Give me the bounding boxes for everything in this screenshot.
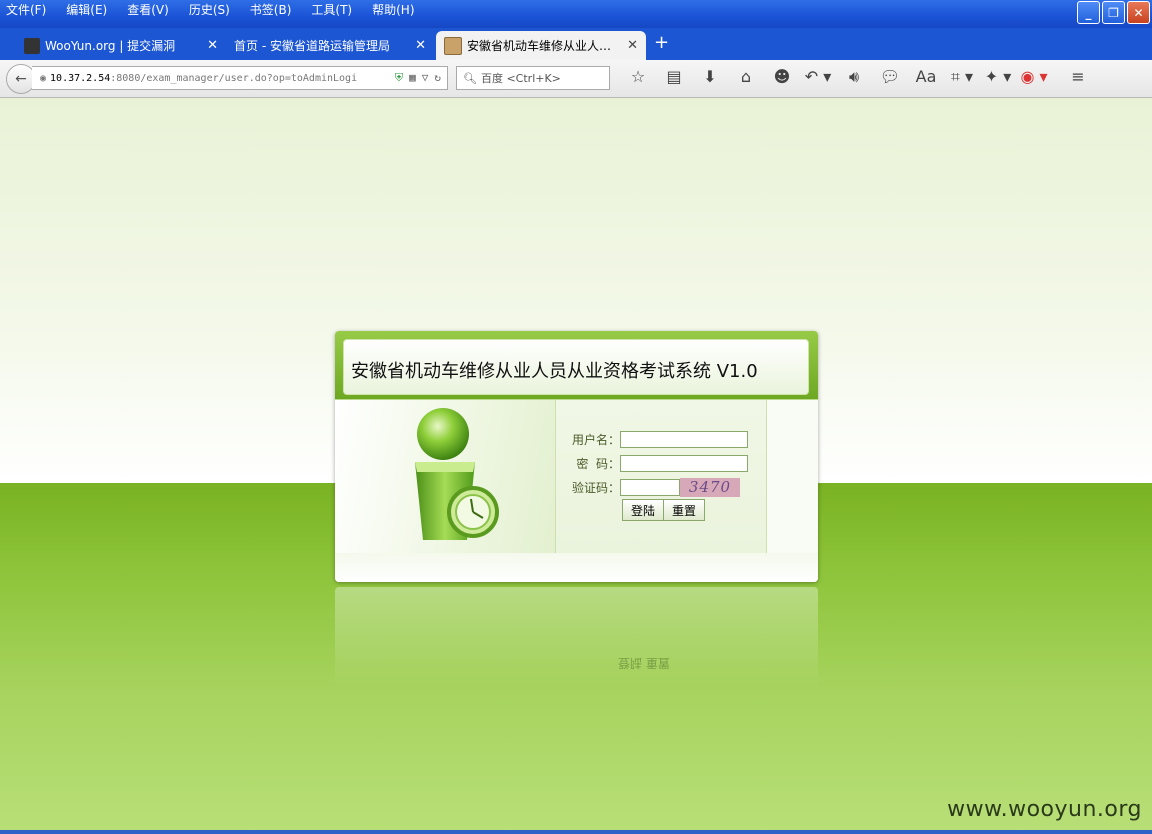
menu-edit[interactable]: 编辑(E) (64, 1, 109, 18)
username-row: 用户名： (556, 430, 748, 448)
captcha-row: 验证码： 3470 (556, 477, 740, 497)
extension-icon[interactable]: ✦ ▾ (980, 67, 1016, 87)
tab-label: WooYun.org | 提交漏洞 (45, 39, 176, 53)
username-input[interactable] (620, 430, 748, 448)
form-buttons: 登陆 重置 (622, 499, 706, 521)
password-input[interactable] (620, 454, 748, 472)
close-tab-icon[interactable]: ✕ (415, 38, 426, 53)
back-arrow-icon: ← (15, 71, 27, 87)
undo-icon[interactable]: ↶ ▾ (800, 67, 836, 87)
tab-label: 首页 - 安徽省道路运输管理局 (234, 39, 390, 53)
maximize-button[interactable]: ❐ (1102, 1, 1125, 24)
dropdown-arrow-icon[interactable]: ▽ (422, 71, 429, 85)
bookmark-star-icon[interactable]: ☆ (620, 67, 656, 87)
login-form: 用户名： 密 码： 验证码： 3470 登陆 重置 (556, 400, 767, 553)
close-window-button[interactable]: ✕ (1127, 1, 1150, 24)
menu-history[interactable]: 历史(S) (187, 1, 232, 18)
login-right-panel (767, 400, 818, 553)
hamburger-menu-icon[interactable]: ≡ (1060, 67, 1096, 87)
url-actions: ⛨ ▦ ▽ ↻ (395, 71, 447, 85)
window-controls: _ ❐ ✕ (1077, 1, 1150, 24)
close-tab-icon[interactable]: ✕ (627, 38, 638, 53)
title-bar: 文件(F) 编辑(E) 查看(V) 历史(S) 书签(B) 工具(T) 帮助(H… (0, 0, 1152, 28)
page-favicon-icon (444, 36, 462, 55)
qr-code-icon[interactable]: ▦ (409, 71, 416, 85)
url-host: 10.37.2.54 (50, 72, 111, 84)
font-size-icon[interactable]: Aa (908, 67, 944, 87)
browser-logo-icon[interactable]: ◉ ▾ (1016, 67, 1052, 87)
minimize-button[interactable]: _ (1077, 1, 1100, 24)
login-button[interactable]: 登陆 (622, 499, 665, 521)
menu-file[interactable]: 文件(F) (4, 1, 48, 18)
watermark-text: www.wooyun.org (947, 797, 1142, 822)
reload-icon[interactable]: ↻ (434, 71, 441, 85)
speaker-icon[interactable]: 🔊︎ (836, 67, 872, 87)
captcha-image[interactable]: 3470 (680, 477, 740, 497)
captcha-input[interactable] (620, 478, 680, 496)
reflection-text: 登陆 重置 (618, 656, 670, 670)
url-path: :8080/exam_manager/user.do?op=toAdminLog… (110, 72, 358, 84)
search-placeholder: 百度 <Ctrl+K> (480, 72, 561, 85)
search-input[interactable]: 🔍︎ 百度 <Ctrl+K> (456, 66, 610, 90)
menu-view[interactable]: 查看(V) (125, 1, 171, 18)
tab-strip: WooYun.org | 提交漏洞 ✕ 首页 - 安徽省道路运输管理局 ✕ 安徽… (0, 28, 1152, 60)
login-header: 安徽省机动车维修从业人员从业资格考试系统 V1.0 (335, 331, 818, 399)
tab-exam-system[interactable]: 安徽省机动车维修从业人… ✕ (436, 31, 646, 60)
tab-transport-bureau[interactable]: 首页 - 安徽省道路运输管理局 ✕ (226, 31, 434, 60)
menu-bar: 文件(F) 编辑(E) 查看(V) 历史(S) 书签(B) 工具(T) 帮助(H… (4, 1, 417, 18)
login-box-reflection: 登陆 重置 (335, 587, 818, 687)
user-clock-illustration-icon (415, 408, 499, 540)
menu-tools[interactable]: 工具(T) (309, 1, 354, 18)
toolbar-icons: ☆ ▤ ⬇ ⌂ ☻ ↶ ▾ 🔊︎ 💬︎ Aa ⌗ ▾ ✦ ▾ ◉ ▾ ≡ (620, 67, 1096, 87)
download-icon[interactable]: ⬇ (692, 67, 728, 87)
login-box: 安徽省机动车维修从业人员从业资格考试系统 V1.0 用户名： 密 码： 验证码：… (335, 331, 818, 582)
login-illustration (335, 400, 556, 553)
tab-wooyun[interactable]: WooYun.org | 提交漏洞 ✕ (16, 31, 226, 60)
menu-bookmarks[interactable]: 书签(B) (248, 1, 294, 18)
login-body: 用户名： 密 码： 验证码： 3470 登陆 重置 (335, 399, 818, 554)
tab-label: 安徽省机动车维修从业人… (467, 39, 612, 53)
smiley-icon[interactable]: ☻ (764, 67, 800, 87)
reading-list-icon[interactable]: ▤ (656, 67, 692, 87)
captcha-label: 验证码： (571, 480, 620, 495)
window-bottom-border (0, 830, 1152, 834)
close-tab-icon[interactable]: ✕ (207, 38, 218, 53)
login-title: 安徽省机动车维修从业人员从业资格考试系统 V1.0 (351, 361, 758, 382)
wooyun-favicon-icon (24, 37, 40, 54)
menu-help[interactable]: 帮助(H) (370, 1, 416, 18)
password-row: 密 码： (556, 454, 748, 472)
username-label: 用户名： (571, 432, 620, 447)
address-bar[interactable]: ◉ 10.37.2.54 :8080/exam_manager/user.do?… (32, 66, 448, 90)
new-tab-button[interactable]: + (654, 32, 669, 53)
shield-icon[interactable]: ⛨ (395, 71, 403, 85)
password-label: 密 码： (576, 456, 620, 471)
chat-bubble-icon[interactable]: 💬︎ (872, 67, 908, 87)
nav-toolbar: ← ◉ 10.37.2.54 :8080/exam_manager/user.d… (0, 60, 1152, 98)
home-icon[interactable]: ⌂ (728, 67, 764, 87)
login-footer (335, 553, 818, 582)
crop-icon[interactable]: ⌗ ▾ (944, 67, 980, 87)
globe-icon: ◉ (40, 72, 47, 84)
search-icon: 🔍︎ (463, 71, 477, 85)
reset-button[interactable]: 重置 (664, 499, 706, 521)
